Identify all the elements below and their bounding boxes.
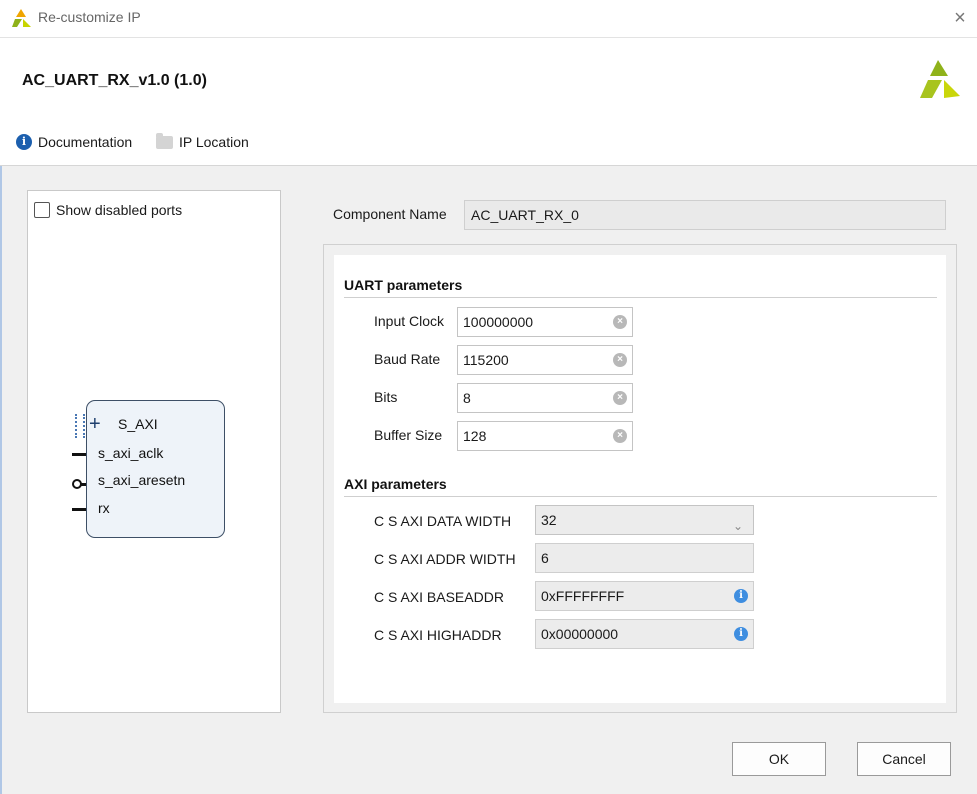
window-title: Re-customize IP <box>38 9 141 25</box>
ip-symbol-panel: Show disabled ports + S_AXI s_axi_aclk s… <box>27 190 281 713</box>
port-pin <box>72 453 86 456</box>
port-s-axi-aresetn: s_axi_aresetn <box>98 472 186 488</box>
dialog-header: AC_UART_RX_v1.0 (1.0) i Documentation IP… <box>0 38 977 166</box>
title-bar: Re-customize IP × <box>0 0 977 38</box>
documentation-label: Documentation <box>38 134 133 150</box>
section-divider <box>344 297 937 298</box>
addr-width-field: 6 <box>535 543 754 573</box>
highaddr-value: 0x00000000 <box>541 626 619 642</box>
data-width-value: 32 <box>541 512 557 528</box>
component-name-label: Component Name <box>333 206 447 222</box>
info-icon: i <box>16 134 32 150</box>
vivado-app-icon <box>12 9 31 27</box>
baud-rate-label: Baud Rate <box>374 351 441 367</box>
active-low-pin-icon <box>72 479 82 489</box>
highaddr-field: 0x00000000 i <box>535 619 754 649</box>
input-clock-field[interactable]: 100000000 × <box>457 307 633 337</box>
clear-icon[interactable]: × <box>613 429 627 443</box>
documentation-link[interactable]: i Documentation <box>16 134 132 150</box>
clear-icon[interactable]: × <box>613 391 627 405</box>
uart-parameters-title: UART parameters <box>344 277 463 293</box>
show-disabled-ports-label: Show disabled ports <box>56 202 183 218</box>
info-icon[interactable]: i <box>734 589 748 603</box>
port-pin <box>72 508 86 511</box>
input-clock-label: Input Clock <box>374 313 445 329</box>
axi-parameters-title: AXI parameters <box>344 476 447 492</box>
chevron-down-icon[interactable]: ⌄ <box>733 512 743 540</box>
baseaddr-field: 0xFFFFFFFF i <box>535 581 754 611</box>
baseaddr-value: 0xFFFFFFFF <box>541 588 625 604</box>
baud-rate-value: 115200 <box>463 352 509 368</box>
buffer-size-value: 128 <box>463 428 487 444</box>
ip-location-link[interactable]: IP Location <box>156 132 249 150</box>
xilinx-logo-icon <box>920 60 960 98</box>
expand-bus-plus-icon[interactable]: + <box>89 414 101 434</box>
close-icon[interactable]: × <box>948 6 972 30</box>
buffer-size-field[interactable]: 128 × <box>457 421 633 451</box>
baud-rate-field[interactable]: 115200 × <box>457 345 633 375</box>
addr-width-label: C S AXI ADDR WIDTH <box>374 551 516 567</box>
port-s-axi: S_AXI <box>118 416 158 432</box>
component-name-field[interactable]: AC_UART_RX_0 <box>464 200 946 230</box>
port-s-axi-aclk: s_axi_aclk <box>98 445 164 461</box>
parameters-panel: UART parameters Input Clock 100000000 × … <box>323 244 957 713</box>
section-divider <box>344 496 937 497</box>
info-icon[interactable]: i <box>734 627 748 641</box>
data-width-label: C S AXI DATA WIDTH <box>374 513 512 529</box>
ip-location-label: IP Location <box>179 134 249 150</box>
clear-icon[interactable]: × <box>613 315 627 329</box>
bus-interface-dots-icon <box>75 414 85 438</box>
addr-width-value: 6 <box>541 550 549 566</box>
bits-label: Bits <box>374 389 398 405</box>
baseaddr-label: C S AXI BASEADDR <box>374 589 504 605</box>
ip-title: AC_UART_RX_v1.0 (1.0) <box>22 72 207 89</box>
input-clock-value: 100000000 <box>463 314 534 330</box>
clear-icon[interactable]: × <box>613 353 627 367</box>
bits-value: 8 <box>463 390 471 406</box>
folder-icon <box>156 132 173 149</box>
port-rx: rx <box>98 500 110 516</box>
cancel-button[interactable]: Cancel <box>857 742 951 776</box>
bits-field[interactable]: 8 × <box>457 383 633 413</box>
parameters-content: UART parameters Input Clock 100000000 × … <box>334 255 946 703</box>
show-disabled-ports-checkbox[interactable]: Show disabled ports <box>34 202 182 218</box>
data-width-select[interactable]: 32 ⌄ <box>535 505 754 535</box>
buffer-size-label: Buffer Size <box>374 427 443 443</box>
highaddr-label: C S AXI HIGHADDR <box>374 627 502 643</box>
ok-button[interactable]: OK <box>732 742 826 776</box>
checkbox-box[interactable] <box>34 202 50 218</box>
